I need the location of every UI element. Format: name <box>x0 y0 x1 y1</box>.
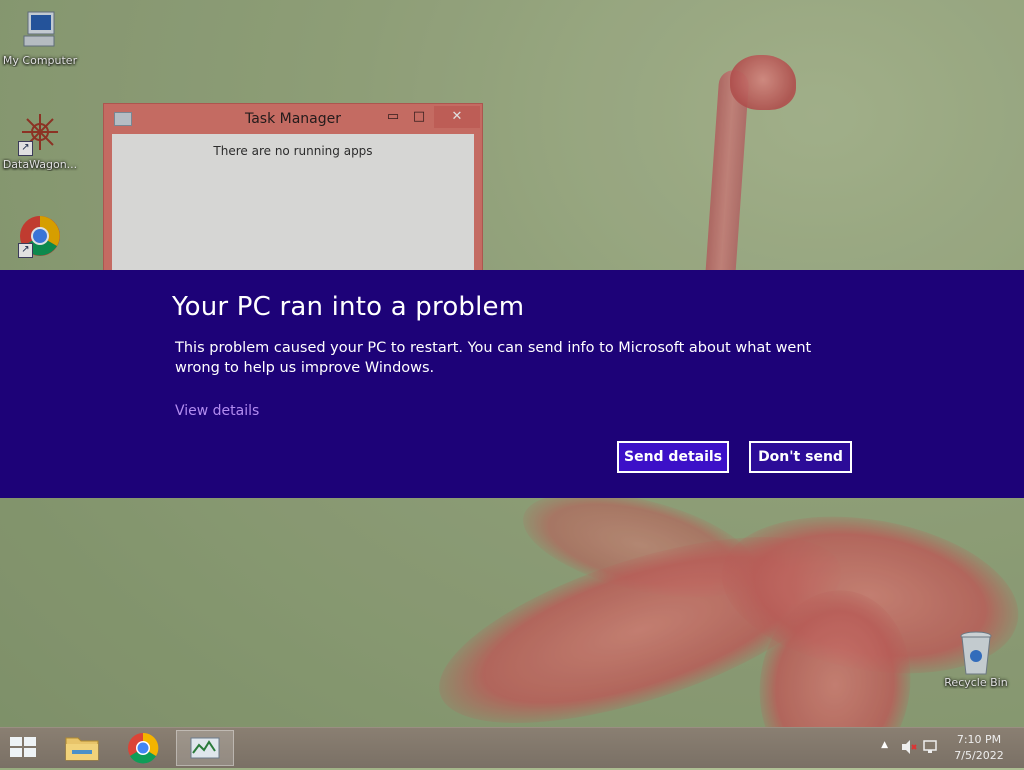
view-details-link[interactable]: View details <box>175 403 259 419</box>
chrome-icon[interactable] <box>119 730 167 766</box>
file-explorer-icon[interactable] <box>58 730 106 766</box>
volume-muted-icon[interactable] <box>900 738 918 759</box>
show-hidden-icons-button[interactable]: ▲ <box>881 740 888 750</box>
network-icon[interactable] <box>922 738 940 759</box>
task-manager-icon[interactable] <box>176 730 234 766</box>
taskbar: ▲ 7:10 PM 7/5/2022 <box>0 727 1024 768</box>
windows-start-icon[interactable] <box>10 737 38 759</box>
dialog-title: Your PC ran into a problem <box>172 292 525 322</box>
dialog-message: This problem caused your PC to restart. … <box>175 340 812 376</box>
clock-date: 7/5/2022 <box>954 749 1004 762</box>
clock-time: 7:10 PM <box>956 733 1002 746</box>
dont-send-button[interactable]: Don't send <box>749 441 852 473</box>
send-details-button[interactable]: Send details <box>617 441 729 473</box>
clock[interactable]: 7:10 PM 7/5/2022 <box>954 732 1004 764</box>
error-report-dialog: Your PC ran into a problem This problem … <box>0 270 1024 498</box>
